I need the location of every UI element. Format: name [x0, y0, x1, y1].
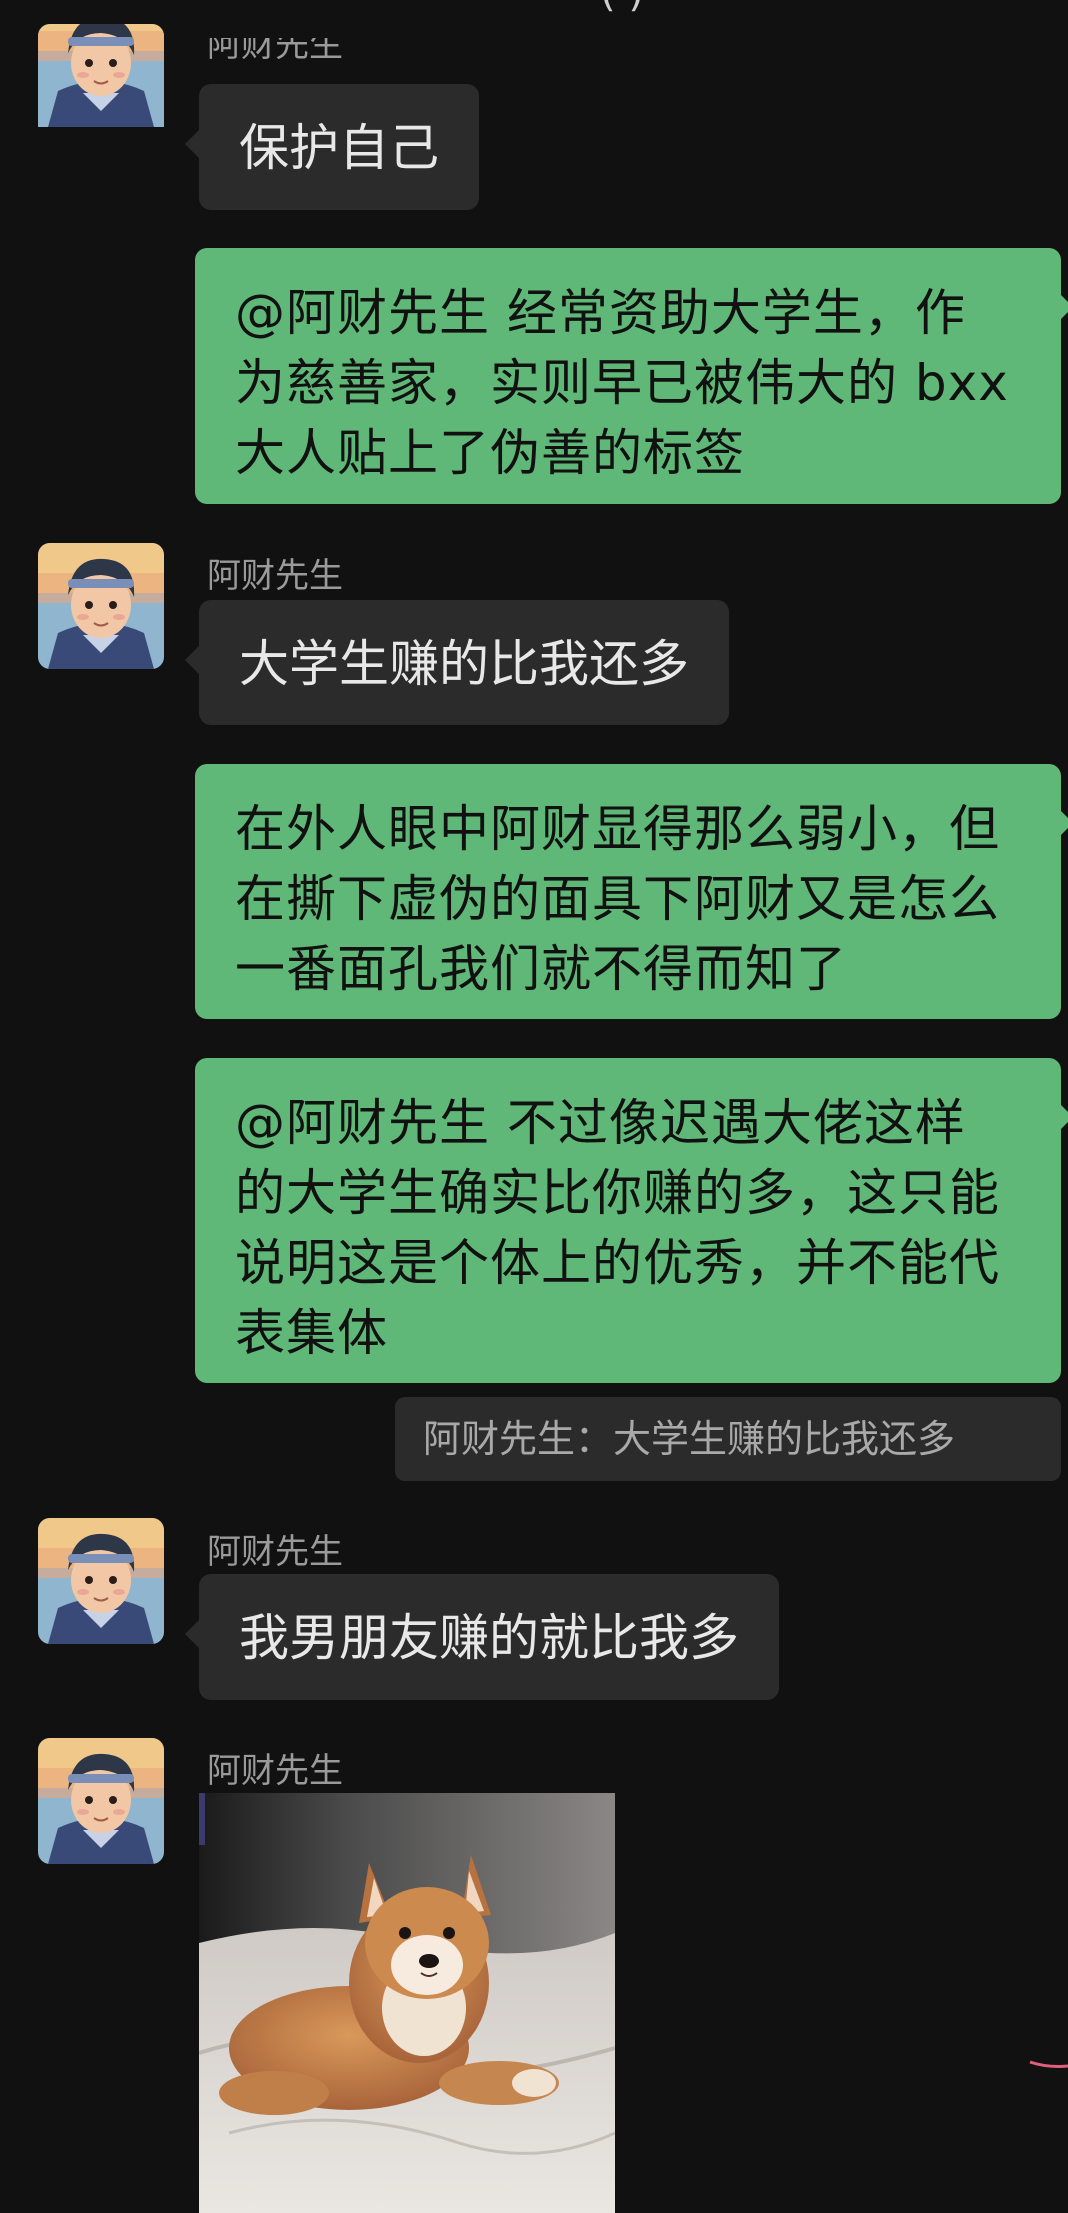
image-message[interactable]: [199, 1793, 615, 2213]
sender-name: 阿财先生: [207, 1751, 343, 1791]
shiba-dog-photo-icon: [199, 1793, 615, 2213]
message-line: 大人贴上了伪善的标签: [235, 424, 745, 482]
message-line: 的大学生确实比你赚的多，这只能: [235, 1164, 1000, 1222]
message-line: 在撕下虚伪的面具下阿财又是怎么: [235, 870, 1000, 928]
cartoon-boy-avatar-icon: [38, 1738, 164, 1864]
outgoing-message-bubble[interactable]: @阿财先生 不过像迟遇大佬这样 的大学生确实比你赚的多，这只能 说明这是个体上的…: [195, 1058, 1068, 1383]
cartoon-boy-avatar-icon: [38, 1518, 164, 1644]
sender-name: 阿财先生: [207, 1532, 343, 1572]
quoted-text: 阿财先生：大学生赚的比我还多: [423, 1417, 956, 1461]
pink-stroke-mark: [1029, 2060, 1068, 2068]
message-line: 为慈善家，实则早已被伟大的 bxx: [235, 354, 1009, 412]
sender-name: 阿财先生: [207, 38, 343, 65]
message-text: 我男朋友赚的就比我多: [239, 1609, 739, 1667]
cartoon-boy-avatar-icon: [38, 24, 164, 128]
message-line: @阿财先生 经常资助大学生，作: [235, 284, 966, 342]
outgoing-message-bubble[interactable]: @阿财先生 经常资助大学生，作 为慈善家，实则早已被伟大的 bxx 大人贴上了伪…: [195, 248, 1068, 504]
message-text: 保护自己: [239, 119, 439, 177]
incoming-message-bubble[interactable]: 我男朋友赚的就比我多: [185, 1574, 779, 1700]
image-accent-bar: [199, 1793, 205, 1845]
quoted-reply[interactable]: 阿财先生：大学生赚的比我还多: [395, 1397, 1061, 1481]
incoming-message-bubble[interactable]: 大学生赚的比我还多: [185, 600, 729, 725]
message-line: 在外人眼中阿财显得那么弱小，但: [235, 800, 1000, 858]
avatar[interactable]: [38, 24, 164, 152]
outgoing-message-bubble[interactable]: 在外人眼中阿财显得那么弱小，但 在撕下虚伪的面具下阿财又是怎么 一番面孔我们就不…: [195, 764, 1068, 1019]
message-line: 表集体: [235, 1304, 388, 1362]
message-line: 说明这是个体上的优秀，并不能代: [235, 1234, 1000, 1292]
avatar[interactable]: [38, 543, 164, 669]
message-line: 一番面孔我们就不得而知了: [235, 940, 847, 998]
avatar[interactable]: [38, 1518, 164, 1644]
cartoon-boy-avatar-icon: [38, 543, 164, 669]
message-text: 大学生赚的比我还多: [239, 635, 689, 693]
message-line: @阿财先生 不过像迟遇大佬这样: [235, 1094, 966, 1152]
sender-name: 阿财先生: [207, 556, 343, 596]
partial-header-glyphs: ( ): [600, 0, 644, 16]
status-bar-remnant: ( ): [0, 0, 1068, 16]
incoming-message-bubble[interactable]: 保护自己: [185, 84, 479, 210]
avatar[interactable]: [38, 1738, 164, 1864]
